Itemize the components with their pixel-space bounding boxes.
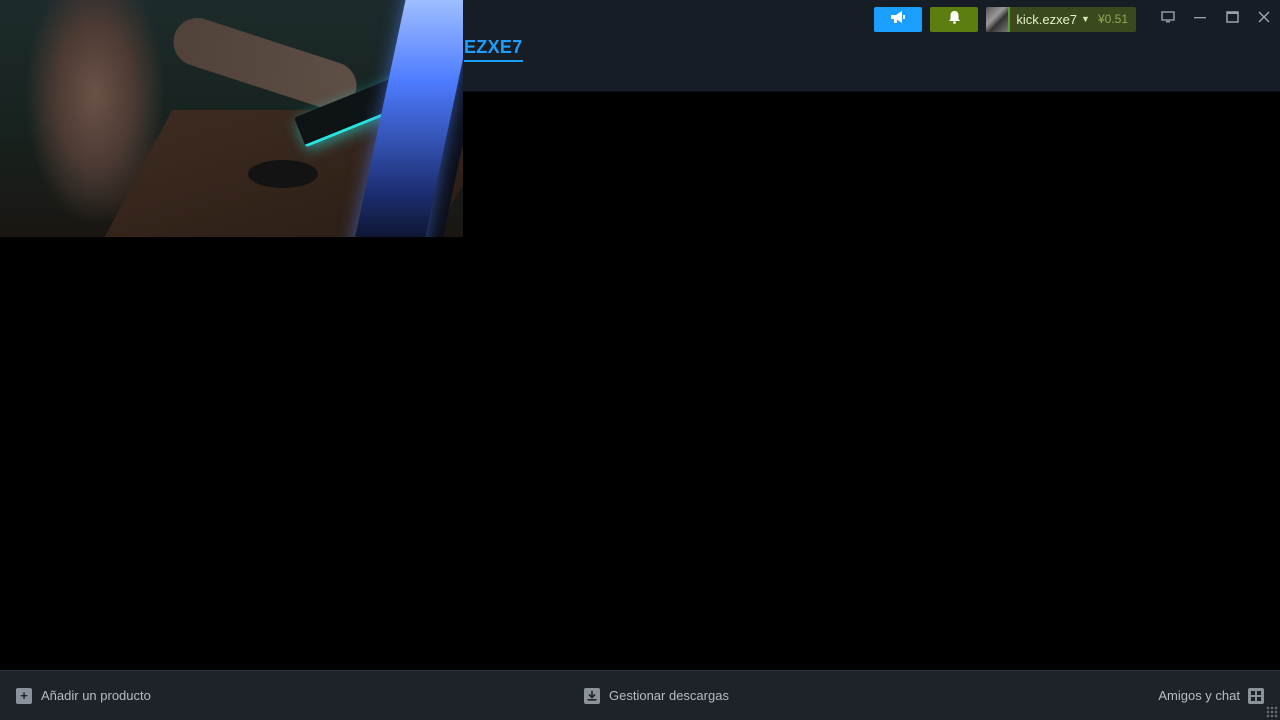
top-right-controls: kick.ezxe7 ▼ ¥0.51	[874, 6, 1280, 32]
friends-grid-icon	[1248, 687, 1264, 704]
webcam-mouse	[248, 160, 318, 188]
download-icon	[584, 687, 600, 704]
megaphone-icon	[890, 10, 906, 29]
page-title[interactable]: EZXE7	[464, 36, 523, 62]
chevron-down-icon: ▼	[1081, 14, 1090, 24]
friends-chat-label: Amigos y chat	[1158, 688, 1240, 703]
bell-icon	[948, 10, 961, 29]
monitor-icon	[1161, 10, 1175, 28]
maximize-button[interactable]	[1216, 7, 1248, 32]
wallet-balance: ¥0.51	[1097, 12, 1128, 26]
steam-client-window: EZXE7 kick.ezxe7 ▼ ¥0.51 + Añadir un pro…	[0, 0, 1280, 720]
maximize-icon	[1225, 10, 1239, 28]
minimize-icon	[1194, 10, 1206, 28]
avatar[interactable]	[986, 6, 1011, 32]
account-menu[interactable]: kick.ezxe7 ▼ ¥0.51	[986, 6, 1136, 32]
account-name: kick.ezxe7	[1016, 11, 1078, 27]
notifications-button[interactable]	[930, 6, 979, 32]
webcam-overlay	[0, 0, 463, 237]
add-product-button[interactable]: + Añadir un producto	[16, 687, 151, 704]
minimize-button[interactable]	[1184, 7, 1216, 32]
bottom-bar: + Añadir un producto Gestionar descargas…	[0, 670, 1280, 720]
announcements-button[interactable]	[874, 6, 923, 32]
close-icon	[1258, 10, 1270, 28]
manage-downloads-button[interactable]: Gestionar descargas	[584, 687, 729, 704]
resize-grip[interactable]	[1266, 706, 1278, 718]
big-picture-button[interactable]	[1152, 7, 1184, 32]
add-product-label: Añadir un producto	[41, 688, 151, 703]
plus-icon: +	[16, 687, 32, 704]
manage-downloads-label: Gestionar descargas	[609, 688, 729, 703]
close-button[interactable]	[1248, 7, 1280, 32]
friends-chat-button[interactable]: Amigos y chat	[1158, 687, 1264, 704]
